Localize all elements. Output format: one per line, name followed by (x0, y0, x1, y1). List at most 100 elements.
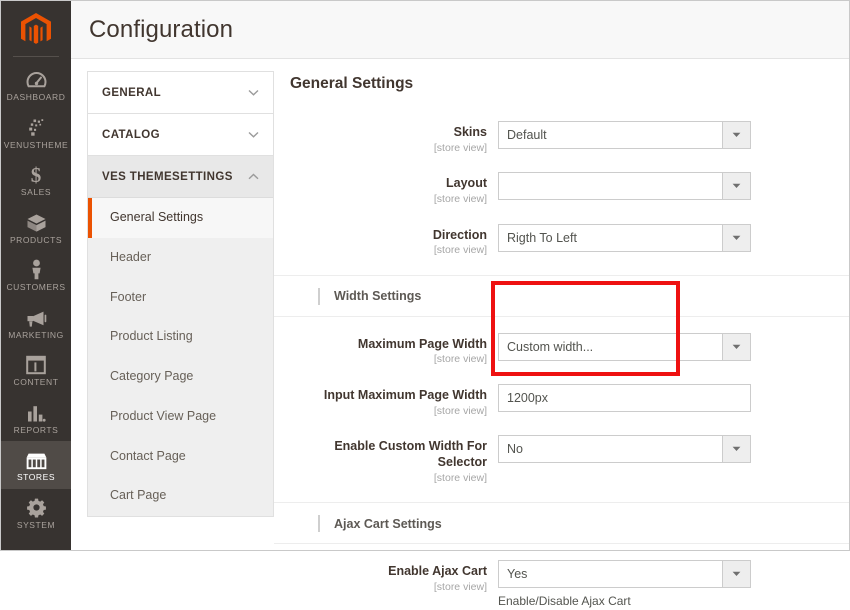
sidebar-item-product-listing[interactable]: Product Listing (88, 317, 273, 357)
select-value: Default (507, 128, 547, 142)
venustheme-sparkle-icon (26, 116, 47, 138)
field-label-text: Direction (432, 227, 487, 242)
box-icon (26, 211, 47, 233)
field-scope-note: [store view] (433, 192, 487, 205)
field-label-text: Enable Ajax Cart (388, 564, 487, 579)
field-label-text: Maximum Page Width (357, 336, 487, 351)
sidebar-label: DASHBOARD (6, 92, 66, 102)
gear-icon (26, 496, 47, 518)
field-skins: Skins [store view] Default (274, 121, 849, 155)
field-direction: Direction [store view] Rigth To Left (274, 223, 849, 258)
layout-select[interactable] (498, 172, 751, 201)
sidebar-item-category-page[interactable]: Category Page (88, 357, 273, 397)
person-icon (29, 258, 44, 280)
select-dropdown-button[interactable] (722, 333, 750, 360)
field-scope-note: [store view] (433, 471, 487, 484)
field-label: Skins [store view] (290, 121, 498, 155)
select-dropdown-button[interactable] (722, 224, 750, 251)
enable-custom-width-selector-select[interactable]: No (498, 435, 751, 464)
select-value: Custom width... (507, 339, 594, 354)
sidebar-item-customers[interactable]: CUSTOMERS (1, 251, 71, 299)
subsection-title: Width Settings (334, 289, 422, 304)
select-dropdown-button[interactable] (722, 122, 750, 148)
select-dropdown-button[interactable] (722, 173, 750, 200)
sidebar-label: SALES (20, 187, 52, 197)
sidebar-item-content[interactable]: CONTENT (1, 346, 71, 394)
sidebar-item-header[interactable]: Header (88, 238, 273, 278)
dashboard-gauge-icon (25, 68, 47, 90)
sidebar-item-dashboard[interactable]: DASHBOARD (1, 61, 71, 109)
sidebar-item-marketing[interactable]: MARKETING (1, 299, 71, 347)
sidebar-item-venustheme[interactable]: VENUSTHEME (1, 109, 71, 157)
maximum-page-width-select[interactable]: Custom width... (498, 332, 751, 361)
admin-sidebar-rail: DASHBOARD VENUSTHEME $ SALES PRODUCTS CU… (1, 1, 71, 550)
megaphone-icon (25, 306, 47, 328)
sidebar-item-products[interactable]: PRODUCTS (1, 204, 71, 252)
nav-section-label: VES THEMESETTINGS (102, 170, 233, 183)
admin-content-area: Configuration GENERAL CATALOG VES THEMES… (71, 1, 849, 608)
configuration-nav: GENERAL CATALOG VES THEMESETTINGS Genera… (71, 59, 274, 550)
field-control: Rigth To Left (498, 223, 849, 252)
select-value: Yes (507, 567, 528, 582)
field-input-maximum-page-width: Input Maximum Page Width [store view] (274, 384, 849, 418)
field-label: Input Maximum Page Width [store view] (290, 384, 498, 418)
field-label-text: Enable Custom Width For Selector (334, 439, 487, 469)
field-help-text: Enable/Disable Ajax Cart (498, 594, 631, 609)
subsection-ajax-cart-settings: Ajax Cart Settings (274, 502, 849, 545)
nav-section-general[interactable]: GENERAL (88, 72, 273, 114)
input-maximum-page-width-field[interactable] (498, 384, 751, 413)
sidebar-label: REPORTS (13, 424, 59, 435)
sidebar-item-system[interactable]: SYSTEM (1, 489, 71, 537)
sidebar-item-sales[interactable]: $ SALES (1, 156, 71, 204)
field-scope-note: [store view] (433, 244, 487, 257)
skins-select[interactable]: Default (498, 121, 751, 149)
page-title: Configuration (89, 15, 234, 43)
sidebar-item-footer[interactable]: Footer (88, 278, 273, 318)
select-dropdown-button[interactable] (722, 561, 750, 588)
sidebar-item-product-view-page[interactable]: Product View Page (88, 397, 273, 437)
configuration-nav-panel: GENERAL CATALOG VES THEMESETTINGS Genera… (87, 71, 274, 517)
rail-divider (13, 56, 59, 57)
nav-section-catalog[interactable]: CATALOG (88, 114, 273, 156)
subsection-width-settings: Width Settings (274, 274, 849, 317)
select-dropdown-button[interactable] (722, 436, 750, 463)
field-label: Maximum Page Width [store view] (290, 333, 498, 367)
field-enable-ajax-cart: Enable Ajax Cart [store view] Yes Enable… (274, 560, 849, 610)
field-label-text: Input Maximum Page Width (323, 388, 487, 403)
sidebar-item-general-settings[interactable]: General Settings (88, 198, 273, 238)
enable-ajax-cart-select[interactable]: Yes (498, 560, 751, 589)
sidebar-label: SYSTEM (16, 519, 56, 530)
sidebar-label: VENUSTHEME (3, 139, 69, 150)
field-maximum-page-width: Maximum Page Width [store view] Custom w… (274, 332, 849, 367)
field-enable-custom-width-for-selector: Enable Custom Width For Selector [store … (274, 435, 849, 485)
magento-logo-icon[interactable] (1, 7, 71, 53)
page-header: Configuration (71, 1, 849, 59)
field-scope-note: [store view] (433, 141, 487, 154)
select-value: No (507, 442, 523, 457)
subsection-header: Width Settings (274, 287, 849, 317)
sidebar-item-cart-page[interactable]: Cart Page (88, 476, 273, 516)
field-scope-note: [store view] (433, 404, 487, 417)
nav-section-label: GENERAL (102, 86, 162, 99)
sidebar-item-stores[interactable]: STORES (1, 441, 71, 489)
sidebar-label: CUSTOMERS (6, 282, 66, 292)
field-label: Direction [store view] (290, 224, 498, 258)
nav-section-ves-themesettings[interactable]: VES THEMESETTINGS (88, 156, 273, 198)
sidebar-label: MARKETING (8, 329, 64, 340)
field-control (498, 384, 849, 413)
sidebar-label: CONTENT (13, 377, 59, 387)
chevron-up-icon (248, 173, 259, 180)
sidebar-label: PRODUCTS (9, 234, 63, 245)
field-control (498, 172, 849, 201)
field-scope-note: [store view] (433, 580, 487, 593)
sidebar-item-reports[interactable]: REPORTS (1, 394, 71, 442)
field-control: No (498, 435, 849, 464)
field-label: Enable Ajax Cart [store view] (290, 560, 498, 594)
chevron-down-icon (248, 131, 259, 138)
admin-window: DASHBOARD VENUSTHEME $ SALES PRODUCTS CU… (0, 0, 850, 608)
svg-text:$: $ (31, 164, 42, 185)
subsection-header: Ajax Cart Settings (274, 515, 849, 545)
direction-select[interactable]: Rigth To Left (498, 223, 751, 252)
field-label: Layout [store view] (290, 172, 498, 206)
sidebar-item-contact-page[interactable]: Contact Page (88, 437, 273, 477)
